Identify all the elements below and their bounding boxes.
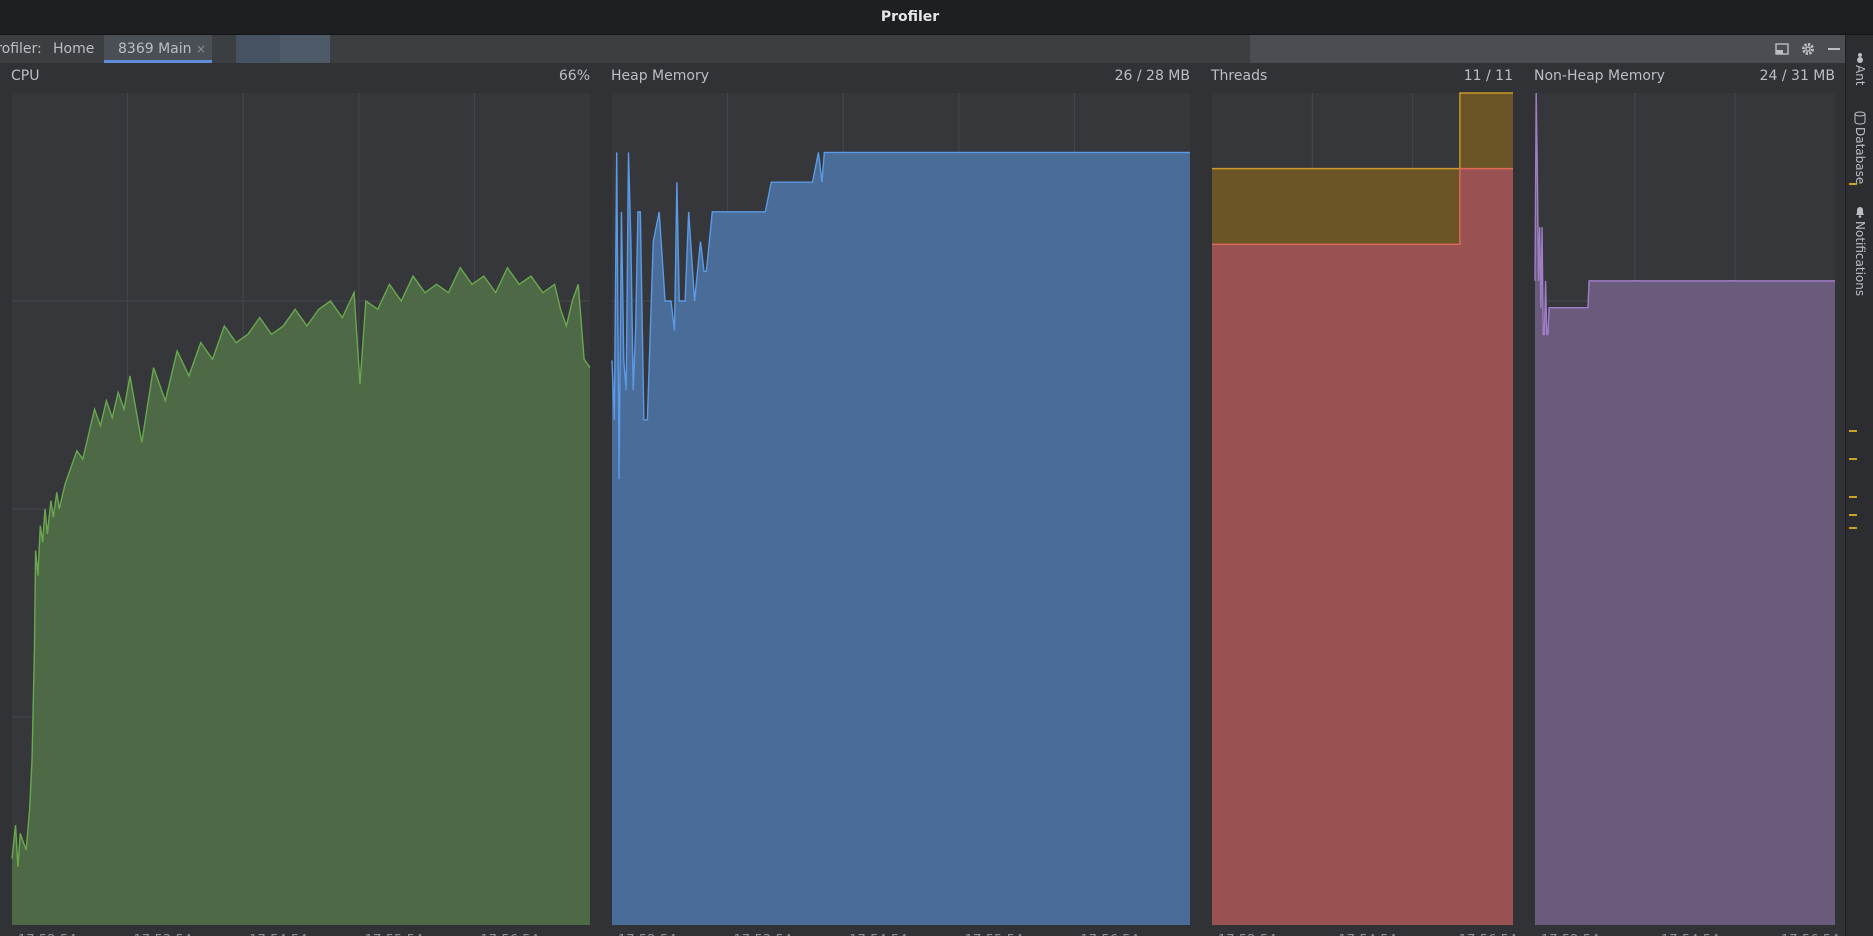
cpu-panel: 17:52:5417:53:5417:54:5417:55:5417:56:54… xyxy=(0,63,600,936)
threads-title: Threads xyxy=(1211,68,1268,84)
profiler-panels: 17:52:5417:53:5417:54:5417:55:5417:56:54… xyxy=(0,63,1845,936)
toolbar-background-shade xyxy=(280,35,330,63)
scroll-marker xyxy=(1849,496,1857,498)
non-heap-memory-chart[interactable]: 17:52:5417:54:5417:56:54 xyxy=(1523,63,1845,936)
threads-value: 11 / 11 xyxy=(1463,68,1513,84)
tab-8369-main[interactable]: 8369 Main × xyxy=(104,35,212,63)
heap-memory-value: 26 / 28 MB xyxy=(1114,68,1190,84)
scroll-marker xyxy=(1849,183,1857,185)
tab-home[interactable]: Home xyxy=(53,35,94,63)
series-area xyxy=(1212,168,1513,925)
series-area xyxy=(612,152,1190,925)
non-heap-memory-panel: 17:52:5417:54:5417:56:54 Non-Heap Memory… xyxy=(1523,63,1845,936)
scroll-marker xyxy=(1849,430,1857,432)
database-icon xyxy=(1854,111,1866,125)
toolbar-background-shade xyxy=(236,35,280,63)
scroll-marker xyxy=(1849,514,1857,516)
minimize-icon[interactable] xyxy=(1826,41,1842,57)
heap-memory-title: Heap Memory xyxy=(611,68,709,84)
tool-tab-notifications[interactable]: Notifications xyxy=(1846,221,1873,296)
threads-chart[interactable]: 17:52:5417:54:5417:56:54 xyxy=(1200,63,1523,936)
cpu-chart[interactable]: 17:52:5417:53:5417:54:5417:55:5417:56:54 xyxy=(0,63,600,936)
right-tool-strip: Ant Database Notifications xyxy=(1845,35,1873,936)
ant-icon xyxy=(1857,53,1863,63)
threads-panel: 17:52:5417:54:5417:56:54 Threads 11 / 11 xyxy=(1200,63,1523,936)
heap-memory-chart[interactable]: 17:52:5417:53:5417:54:5417:55:5417:56:54 xyxy=(600,63,1200,936)
cpu-value: 66% xyxy=(558,68,590,84)
window-title: Profiler xyxy=(880,9,940,25)
profiler-toolbar: Profiler: Home 8369 Main × xyxy=(0,35,1845,63)
profiler-label: Profiler: xyxy=(0,41,42,57)
close-icon[interactable]: × xyxy=(196,35,206,63)
gear-icon[interactable] xyxy=(1800,41,1816,57)
toolbar-background-shade xyxy=(1250,35,1845,63)
non-heap-memory-value: 24 / 31 MB xyxy=(1759,68,1835,84)
non-heap-memory-title: Non-Heap Memory xyxy=(1534,68,1665,84)
bell-icon xyxy=(1856,207,1864,218)
cpu-title: CPU xyxy=(11,68,40,84)
scroll-marker xyxy=(1849,527,1857,529)
tool-tab-database[interactable]: Database xyxy=(1846,127,1873,184)
heap-memory-panel: 17:52:5417:53:5417:54:5417:55:5417:56:54… xyxy=(600,63,1200,936)
window-titlebar: Profiler xyxy=(0,0,1873,35)
layout-icon[interactable] xyxy=(1774,41,1790,57)
tool-tab-ant[interactable]: Ant xyxy=(1846,65,1873,86)
tab-label: 8369 Main xyxy=(118,41,192,57)
scroll-marker xyxy=(1849,458,1857,460)
